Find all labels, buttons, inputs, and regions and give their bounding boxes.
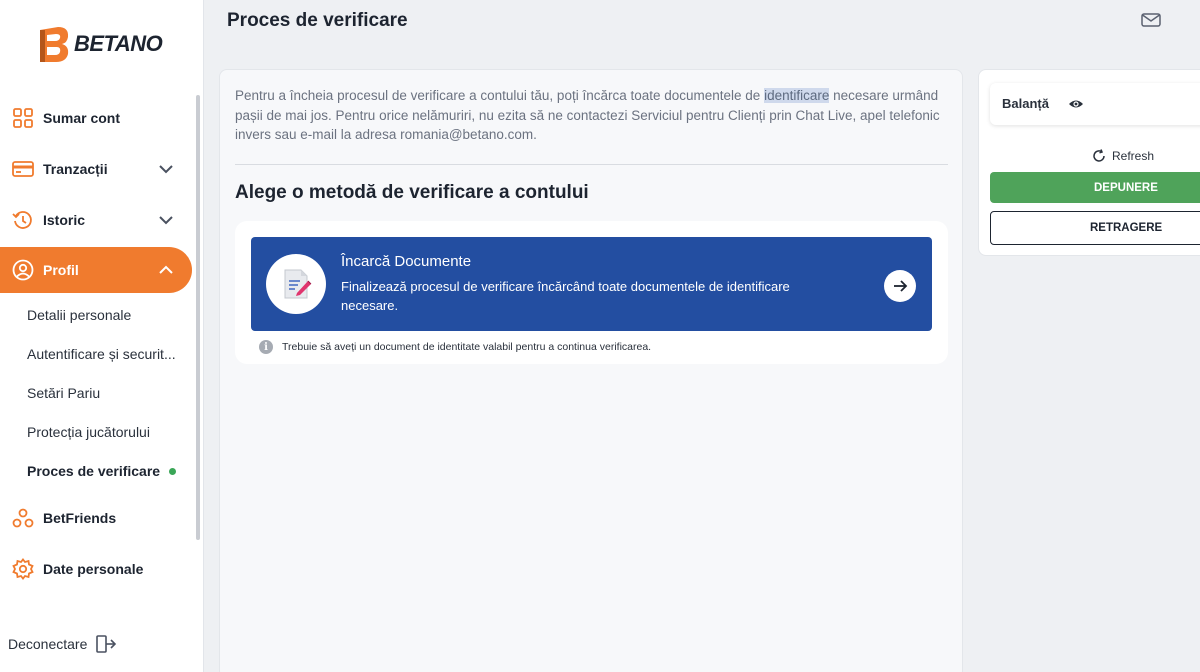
sidebar-item-date-personale[interactable]: Date personale [0,546,192,592]
intro-text: Pentru a încheia procesul de verificare … [235,86,951,145]
mail-icon[interactable] [1141,12,1161,28]
deposit-button[interactable]: DEPUNERE [990,172,1200,203]
sidebar-item-label: Tranzacții [43,161,108,177]
sidebar-item-label: Sumar cont [43,110,121,126]
balance-box: Balanță [990,83,1200,125]
info-icon: i [259,340,273,354]
verification-card: Pentru a încheia procesul de verificare … [219,69,963,672]
sidebar-item-label: Date personale [43,561,144,577]
method-title: Încarcă Documente [341,253,472,270]
betano-logo-icon [40,27,69,62]
eye-icon[interactable] [1068,97,1084,111]
sidebar-item-tranzactii[interactable]: Tranzacții [0,146,192,192]
intro-text-part: Pentru a încheia procesul de verificare … [235,88,765,103]
requirement-note: i Trebuie să aveți un document de identi… [259,340,651,354]
sidebar-item-profil[interactable]: Profil [0,247,192,293]
sidebar-item-label: BetFriends [43,510,117,526]
brand-name: BETANO [74,31,163,56]
withdraw-button[interactable]: RETRAGERE [990,211,1200,245]
history-icon [12,209,34,231]
sidebar-subitem-setari-pariu[interactable]: Setări Pariu [27,385,100,401]
balance-panel: Balanță Refresh DEPUNERE RETRAGERE [978,69,1200,256]
sidebar-item-label: Profil [43,262,79,278]
balance-label: Balanță [1002,96,1049,111]
sidebar-subitem-autentificare[interactable]: Autentificare și securit... [27,346,176,362]
intro-highlighted-word: identificare [764,88,830,103]
card-icon [12,158,34,180]
gear-icon [12,558,34,580]
grid-icon [12,107,34,129]
sidebar-scrollbar[interactable] [196,95,200,540]
refresh-label: Refresh [1112,149,1155,163]
method-description: Finalizează procesul de verificare încăr… [341,279,790,313]
verification-method-container: Încarcă Documente Finalizează procesul d… [235,221,948,364]
page-title: Proces de verificare [227,10,408,31]
chevron-down-icon[interactable] [158,212,174,228]
refresh-button[interactable]: Refresh [1092,149,1154,163]
active-indicator-dot [169,468,176,475]
divider [235,164,948,165]
section-title: Alege o metodă de verificare a contului [235,182,589,203]
chevron-up-icon[interactable] [158,262,174,278]
document-icon [266,254,326,314]
brand-logo[interactable]: BETANO [36,24,163,64]
chevron-down-icon[interactable] [158,161,174,177]
logout-label: Deconectare [8,636,88,652]
sidebar-subitem-detalii-personale[interactable]: Detalii personale [27,307,131,323]
sidebar-item-sumar-cont[interactable]: Sumar cont [0,95,192,141]
sidebar-item-label: Istoric [43,212,86,228]
sidebar: BETANO Sumar cont Tranzacții Istoric Pro… [0,0,204,672]
sidebar-subitem-proces-de-verificare[interactable]: Proces de verificare [27,463,160,479]
note-text: Trebuie să aveți un document de identita… [282,341,652,353]
friends-icon [12,507,34,529]
logout-icon [96,635,117,653]
sidebar-item-istoric[interactable]: Istoric [0,197,192,243]
refresh-icon [1093,149,1105,162]
arrow-right-icon[interactable] [884,270,916,302]
sidebar-item-betfriends[interactable]: BetFriends [0,495,192,541]
user-icon [12,259,34,281]
logout-button[interactable]: Deconectare [8,634,117,654]
sidebar-subitem-protectia-jucatorului[interactable]: Protecția jucătorului [27,424,150,440]
upload-documents-button[interactable]: Încarcă Documente Finalizează procesul d… [251,237,932,331]
